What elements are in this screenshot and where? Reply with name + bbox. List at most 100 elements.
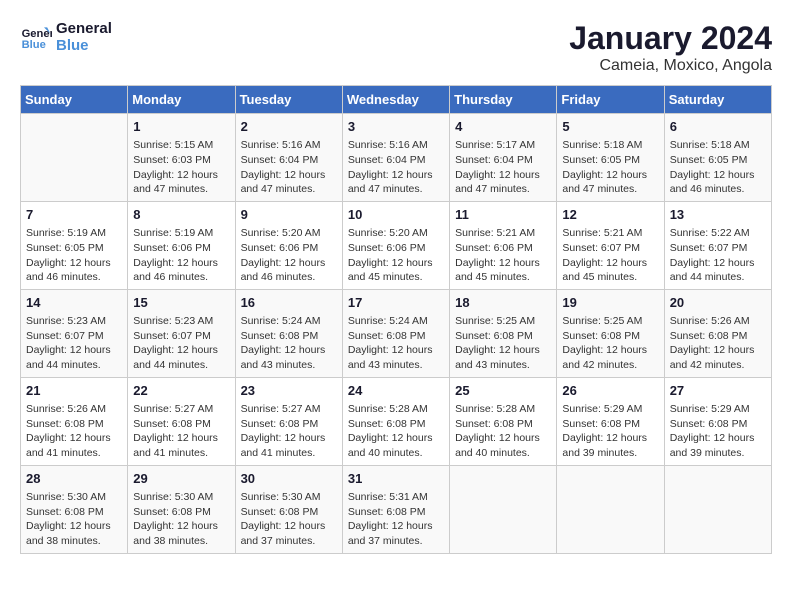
day-info: Sunrise: 5:20 AM Sunset: 6:06 PM Dayligh… [241, 226, 337, 285]
day-info: Sunrise: 5:23 AM Sunset: 6:07 PM Dayligh… [26, 314, 122, 373]
day-number: 5 [562, 118, 658, 136]
calendar-cell [21, 114, 128, 202]
day-number: 29 [133, 470, 229, 488]
calendar-cell: 20Sunrise: 5:26 AM Sunset: 6:08 PM Dayli… [664, 289, 771, 377]
calendar-week-row: 1 Sunrise: 5:15 AM Sunset: 6:03 PM Daylig… [21, 114, 772, 202]
weekday-header: Wednesday [342, 86, 449, 114]
day-number: 8 [133, 206, 229, 224]
day-info: Sunrise: 5:15 AM Sunset: 6:03 PM Dayligh… [133, 138, 229, 197]
day-number: 25 [455, 382, 551, 400]
page-header: General Blue General Blue January 2024 C… [20, 20, 772, 75]
calendar-cell: 19 Sunrise: 5:25 AM Sunset: 6:08 PM Dayli… [557, 289, 664, 377]
calendar-cell: 18Sunrise: 5:25 AM Sunset: 6:08 PM Dayli… [450, 289, 557, 377]
day-number: 3 [348, 118, 444, 136]
day-number: 19 [562, 294, 658, 312]
day-info: Sunrise: 5:25 AM Sunset: 6:08 PM Dayligh… [562, 314, 658, 373]
day-info: Sunrise: 5:28 AM Sunset: 6:08 PM Dayligh… [455, 402, 551, 461]
calendar-cell: 30 Sunrise: 5:30 AM Sunset: 6:08 PM Dayli… [235, 465, 342, 553]
day-info: Sunrise: 5:29 AM Sunset: 6:08 PM Dayligh… [562, 402, 658, 461]
day-number: 15 [133, 294, 229, 312]
day-number: 23 [241, 382, 337, 400]
logo-line1: General [56, 20, 112, 37]
calendar-cell: 4Sunrise: 5:17 AM Sunset: 6:04 PM Daylig… [450, 114, 557, 202]
day-number: 27 [670, 382, 766, 400]
day-info: Sunrise: 5:17 AM Sunset: 6:04 PM Dayligh… [455, 138, 551, 197]
day-info: Sunrise: 5:19 AM Sunset: 6:05 PM Dayligh… [26, 226, 122, 285]
calendar-cell: 1 Sunrise: 5:15 AM Sunset: 6:03 PM Daylig… [128, 114, 235, 202]
calendar-cell: 3 Sunrise: 5:16 AM Sunset: 6:04 PM Daylig… [342, 114, 449, 202]
day-info: Sunrise: 5:27 AM Sunset: 6:08 PM Dayligh… [133, 402, 229, 461]
day-info: Sunrise: 5:27 AM Sunset: 6:08 PM Dayligh… [241, 402, 337, 461]
calendar-cell [557, 465, 664, 553]
logo-icon: General Blue [20, 21, 52, 53]
day-number: 9 [241, 206, 337, 224]
calendar-week-row: 21 Sunrise: 5:26 AM Sunset: 6:08 PM Dayli… [21, 377, 772, 465]
calendar-cell: 26 Sunrise: 5:29 AM Sunset: 6:08 PM Dayli… [557, 377, 664, 465]
day-info: Sunrise: 5:23 AM Sunset: 6:07 PM Dayligh… [133, 314, 229, 373]
calendar-cell: 31Sunrise: 5:31 AM Sunset: 6:08 PM Dayli… [342, 465, 449, 553]
calendar-cell: 7 Sunrise: 5:19 AM Sunset: 6:05 PM Daylig… [21, 201, 128, 289]
day-info: Sunrise: 5:22 AM Sunset: 6:07 PM Dayligh… [670, 226, 766, 285]
calendar-cell: 24Sunrise: 5:28 AM Sunset: 6:08 PM Dayli… [342, 377, 449, 465]
day-info: Sunrise: 5:30 AM Sunset: 6:08 PM Dayligh… [26, 490, 122, 549]
day-info: Sunrise: 5:19 AM Sunset: 6:06 PM Dayligh… [133, 226, 229, 285]
calendar-week-row: 14 Sunrise: 5:23 AM Sunset: 6:07 PM Dayli… [21, 289, 772, 377]
calendar-cell: 29 Sunrise: 5:30 AM Sunset: 6:08 PM Dayli… [128, 465, 235, 553]
day-info: Sunrise: 5:26 AM Sunset: 6:08 PM Dayligh… [26, 402, 122, 461]
calendar-cell: 23 Sunrise: 5:27 AM Sunset: 6:08 PM Dayli… [235, 377, 342, 465]
day-info: Sunrise: 5:24 AM Sunset: 6:08 PM Dayligh… [241, 314, 337, 373]
day-info: Sunrise: 5:21 AM Sunset: 6:07 PM Dayligh… [562, 226, 658, 285]
calendar-cell: 22Sunrise: 5:27 AM Sunset: 6:08 PM Dayli… [128, 377, 235, 465]
day-number: 30 [241, 470, 337, 488]
day-number: 14 [26, 294, 122, 312]
calendar-cell: 6Sunrise: 5:18 AM Sunset: 6:05 PM Daylig… [664, 114, 771, 202]
page-title: January 2024 [569, 20, 772, 57]
day-info: Sunrise: 5:18 AM Sunset: 6:05 PM Dayligh… [562, 138, 658, 197]
calendar-cell: 17Sunrise: 5:24 AM Sunset: 6:08 PM Dayli… [342, 289, 449, 377]
day-info: Sunrise: 5:16 AM Sunset: 6:04 PM Dayligh… [241, 138, 337, 197]
calendar-cell: 27 Sunrise: 5:29 AM Sunset: 6:08 PM Dayli… [664, 377, 771, 465]
calendar-cell: 10Sunrise: 5:20 AM Sunset: 6:06 PM Dayli… [342, 201, 449, 289]
day-number: 11 [455, 206, 551, 224]
day-number: 31 [348, 470, 444, 488]
day-info: Sunrise: 5:30 AM Sunset: 6:08 PM Dayligh… [133, 490, 229, 549]
day-info: Sunrise: 5:16 AM Sunset: 6:04 PM Dayligh… [348, 138, 444, 197]
calendar-cell: 21 Sunrise: 5:26 AM Sunset: 6:08 PM Dayli… [21, 377, 128, 465]
calendar-cell: 13 Sunrise: 5:22 AM Sunset: 6:07 PM Dayli… [664, 201, 771, 289]
calendar-header-row: SundayMondayTuesdayWednesdayThursdayFrid… [21, 86, 772, 114]
svg-text:Blue: Blue [22, 39, 46, 51]
weekday-header: Saturday [664, 86, 771, 114]
calendar-cell: 28 Sunrise: 5:30 AM Sunset: 6:08 PM Dayli… [21, 465, 128, 553]
weekday-header: Monday [128, 86, 235, 114]
calendar-cell: 12 Sunrise: 5:21 AM Sunset: 6:07 PM Dayli… [557, 201, 664, 289]
weekday-header: Thursday [450, 86, 557, 114]
day-number: 2 [241, 118, 337, 136]
day-number: 28 [26, 470, 122, 488]
day-number: 13 [670, 206, 766, 224]
day-info: Sunrise: 5:29 AM Sunset: 6:08 PM Dayligh… [670, 402, 766, 461]
page-subtitle: Cameia, Moxico, Angola [569, 57, 772, 75]
title-block: January 2024 Cameia, Moxico, Angola [569, 20, 772, 75]
day-number: 26 [562, 382, 658, 400]
calendar-cell: 15 Sunrise: 5:23 AM Sunset: 6:07 PM Dayli… [128, 289, 235, 377]
calendar-cell: 8 Sunrise: 5:19 AM Sunset: 6:06 PM Daylig… [128, 201, 235, 289]
logo-line2: Blue [56, 37, 112, 54]
weekday-header: Sunday [21, 86, 128, 114]
day-info: Sunrise: 5:30 AM Sunset: 6:08 PM Dayligh… [241, 490, 337, 549]
day-number: 12 [562, 206, 658, 224]
day-number: 7 [26, 206, 122, 224]
calendar-cell: 14 Sunrise: 5:23 AM Sunset: 6:07 PM Dayli… [21, 289, 128, 377]
day-number: 1 [133, 118, 229, 136]
weekday-header: Tuesday [235, 86, 342, 114]
day-info: Sunrise: 5:18 AM Sunset: 6:05 PM Dayligh… [670, 138, 766, 197]
weekday-header: Friday [557, 86, 664, 114]
calendar-week-row: 28 Sunrise: 5:30 AM Sunset: 6:08 PM Dayli… [21, 465, 772, 553]
calendar-table: SundayMondayTuesdayWednesdayThursdayFrid… [20, 85, 772, 554]
day-number: 21 [26, 382, 122, 400]
calendar-body: 1 Sunrise: 5:15 AM Sunset: 6:03 PM Daylig… [21, 114, 772, 554]
day-info: Sunrise: 5:25 AM Sunset: 6:08 PM Dayligh… [455, 314, 551, 373]
calendar-cell [664, 465, 771, 553]
day-number: 10 [348, 206, 444, 224]
calendar-cell [450, 465, 557, 553]
calendar-cell: 9 Sunrise: 5:20 AM Sunset: 6:06 PM Daylig… [235, 201, 342, 289]
